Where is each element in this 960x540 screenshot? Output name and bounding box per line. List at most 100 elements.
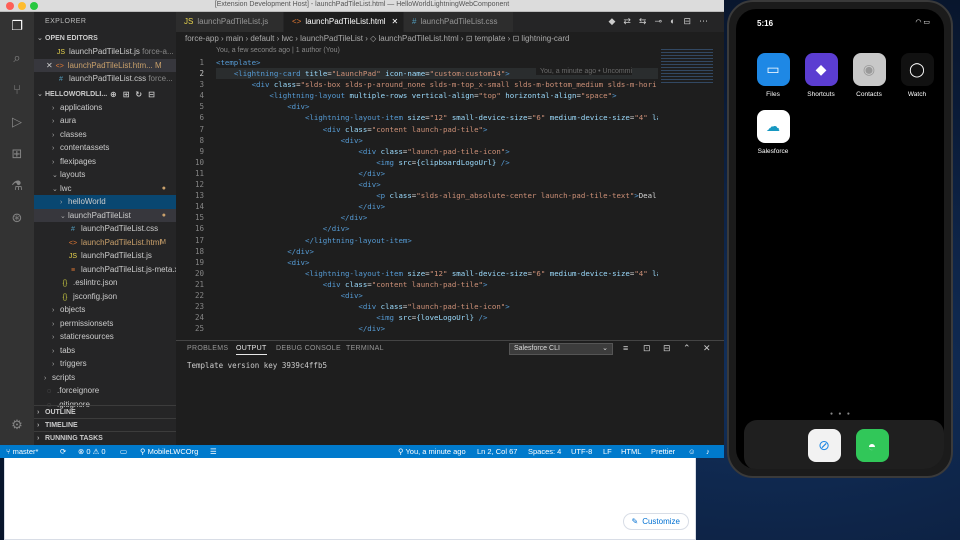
app-contacts[interactable]: ◉ Contacts — [847, 53, 891, 98]
run-debug-icon[interactable]: ▷ — [9, 114, 25, 130]
tree-item[interactable]: › helloWorld — [34, 195, 176, 209]
shortcuts-icon: ◆ — [804, 53, 838, 86]
org-browser-icon[interactable]: ▭ — [120, 445, 127, 458]
customize-button[interactable]: ✎ Customize — [622, 513, 689, 530]
tree-item[interactable]: ≡ launchPadTileList.js-meta.x... — [34, 263, 176, 277]
close-panel-icon[interactable]: ✕ — [703, 343, 711, 354]
app-watch[interactable]: ◯ Watch — [895, 53, 939, 98]
line-number: 20 — [194, 268, 204, 278]
tree-item[interactable]: ◌ .forceignore — [34, 384, 176, 398]
tree-item[interactable]: › scripts — [34, 371, 176, 385]
problems-status[interactable]: ⊗ 0 ⚠ 0 — [78, 445, 106, 458]
language-mode[interactable]: HTML — [621, 445, 641, 458]
tree-item[interactable]: › contentassets — [34, 141, 176, 155]
source-control-icon[interactable]: ⑂ — [9, 82, 25, 98]
code-content[interactable]: <template> <lightning-card title="Launch… — [216, 57, 658, 334]
maximize-panel-icon[interactable]: ⌃ — [683, 343, 691, 354]
branch-status[interactable]: ⑂ master* — [6, 445, 38, 458]
tree-item[interactable]: {} .eslintrc.json — [34, 276, 176, 290]
breadcrumb[interactable]: force-app › main › default › lwc › launc… — [185, 34, 569, 43]
tab-terminal[interactable]: TERMINAL — [346, 345, 384, 352]
tree-item-label: .forceignore — [57, 386, 100, 395]
tree-item[interactable]: › objects — [34, 303, 176, 317]
running-tasks-header[interactable]: › RUNNING TASKS — [34, 431, 176, 444]
formatter-status[interactable]: Prettier — [651, 445, 675, 458]
line-number: 9 — [199, 146, 204, 156]
extensions-icon[interactable]: ⊞ — [9, 146, 25, 162]
sync-icon[interactable]: ⟳ — [60, 445, 66, 458]
open-editor-item[interactable]: ✕ <> launchPadTileList.htm... M — [34, 58, 176, 72]
outline-header[interactable]: › OUTLINE — [34, 405, 176, 418]
tab-launchpad-css[interactable]: # launchPadTileList.css — [404, 12, 514, 32]
cursor-position[interactable]: Ln 2, Col 67 — [477, 445, 517, 458]
tree-item[interactable]: ⌄ layouts — [34, 168, 176, 182]
end-of-line[interactable]: LF — [603, 445, 612, 458]
tab-debug-console[interactable]: DEBUG CONSOLE — [276, 345, 341, 352]
html-icon: <> — [55, 62, 64, 70]
tree-item[interactable]: › triggers — [34, 357, 176, 371]
tab-problems[interactable]: PROBLEMS — [187, 345, 228, 352]
project-header[interactable]: ⌄ HELLOWORLDLI... ⊕⊞↻⊟ — [34, 88, 176, 101]
blame-status[interactable]: ⚲ You, a minute ago — [398, 445, 466, 458]
chevron-right-icon: › — [52, 320, 55, 328]
tree-item[interactable]: › classes — [34, 128, 176, 142]
tab-output[interactable]: OUTPUT — [236, 345, 267, 355]
clear-output-icon[interactable]: ≡ — [623, 343, 628, 353]
minimap[interactable] — [661, 45, 721, 340]
tree-item[interactable]: › applications — [34, 101, 176, 115]
chevron-right-icon: › — [52, 145, 55, 152]
dock-app[interactable]: ⊘ — [802, 429, 846, 462]
app-shortcuts[interactable]: ◆ Shortcuts — [799, 53, 843, 98]
tree-item[interactable]: ⌄ launchPadTileList ● — [34, 208, 176, 222]
feedback-icon[interactable]: ☺ — [688, 445, 696, 458]
tree-item[interactable]: › tabs — [34, 344, 176, 358]
app-salesforce[interactable]: ☁ Salesforce — [751, 110, 795, 155]
tab-launchpad-html[interactable]: <> launchPadTileList.html ✕ — [284, 12, 404, 32]
code-line: </div> — [287, 246, 314, 256]
tab-launchpad-js[interactable]: JS launchPadTileList.js — [176, 12, 284, 32]
html-icon: <> — [68, 239, 78, 247]
codelens-blame[interactable]: You, a few seconds ago | 1 author (You) — [216, 47, 340, 54]
gear-icon[interactable]: ⚙ — [9, 417, 25, 433]
testing-icon[interactable]: ⚗ — [9, 178, 25, 194]
chevron-right-icon: › — [52, 307, 55, 314]
tree-item[interactable]: › aura — [34, 114, 176, 128]
tree-item[interactable]: {} jsconfig.json — [34, 290, 176, 304]
encoding[interactable]: UTF-8 — [571, 445, 592, 458]
explorer-icon[interactable]: ❐ — [9, 18, 25, 34]
code-line: <img src={loveLogoUrl} /> — [376, 313, 488, 323]
tree-item[interactable]: JS launchPadTileList.js — [34, 249, 176, 263]
explorer-title: EXPLORER — [45, 18, 87, 25]
bell-icon[interactable]: ♪ — [706, 445, 710, 458]
contacts-icon: ◉ — [852, 53, 886, 86]
tree-item[interactable]: › flexipages — [34, 155, 176, 169]
tree-item[interactable]: # launchPadTileList.css — [34, 222, 176, 236]
open-editors-header[interactable]: ⌄ OPEN EDITORS — [34, 32, 176, 45]
tree-item[interactable]: <> launchPadTileList.html M — [34, 236, 176, 250]
lock-icon[interactable]: ⊡ — [643, 343, 651, 354]
open-editor-item[interactable]: # launchPadTileList.css force... — [34, 72, 176, 86]
close-icon[interactable]: ✕ — [392, 17, 399, 26]
modified-dot-icon: ● — [161, 184, 166, 192]
search-icon[interactable]: ⌕ — [9, 50, 25, 66]
open-log-icon[interactable]: ⊟ — [663, 343, 671, 354]
tree-item[interactable]: › staticresources — [34, 330, 176, 344]
output-channel-select[interactable]: Salesforce CLI ⌄ — [509, 343, 613, 355]
indentation[interactable]: Spaces: 4 — [528, 445, 561, 458]
tree-item[interactable]: › permissionsets — [34, 317, 176, 331]
timeline-header[interactable]: › TIMELINE — [34, 418, 176, 431]
editor-actions[interactable]: ◆⇄⇆⊸◐⊟⋯ — [608, 16, 716, 27]
close-icon[interactable]: ✕ — [46, 61, 53, 70]
tree-item-label: scripts — [52, 372, 76, 382]
org-status[interactable]: ⚲ MobileLWCOrg — [140, 445, 198, 458]
dock-app[interactable]: ◓ — [850, 429, 894, 462]
inline-blame: You, a minute ago • Uncommi — [536, 68, 633, 75]
tree-item[interactable]: ⌄ lwc ● — [34, 182, 176, 196]
list-icon[interactable]: ☰ — [210, 445, 217, 458]
app-files[interactable]: ▭ Files — [751, 53, 795, 98]
explorer-actions[interactable]: ⊕⊞↻⊟ — [110, 88, 161, 101]
chevron-down-icon: ⌄ — [52, 185, 58, 193]
salesforce-org-icon[interactable]: ⊛ — [9, 210, 25, 226]
line-number: 18 — [194, 246, 204, 256]
open-editor-item[interactable]: JS launchPadTileList.js force-a... — [34, 45, 176, 59]
